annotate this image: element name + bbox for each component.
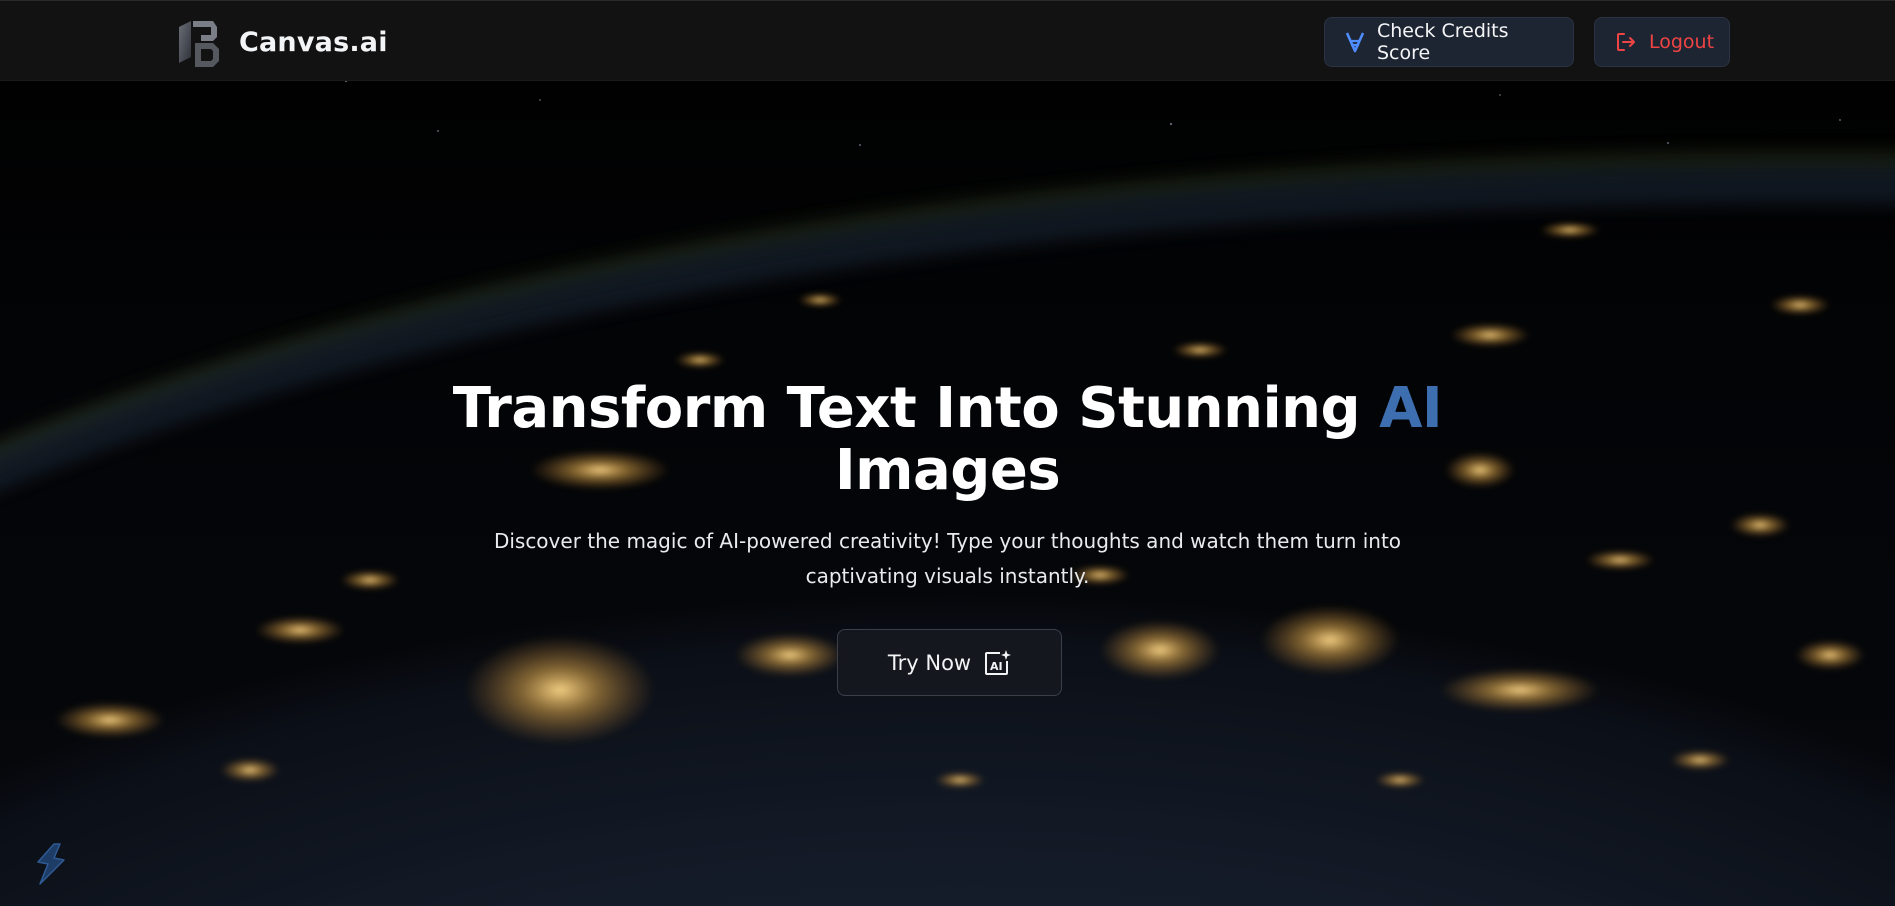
- brand-name: Canvas.ai: [239, 26, 388, 58]
- hero-title-main: Transform Text Into Stunning: [452, 376, 1380, 441]
- top-navbar: Canvas.ai Check Credits Score Logout: [0, 0, 1895, 81]
- check-credits-button[interactable]: Check Credits Score: [1324, 17, 1574, 67]
- logout-label: Logout: [1649, 31, 1715, 53]
- hero-title-accent: AI: [1379, 376, 1443, 441]
- canvas-logo-icon: [179, 21, 219, 67]
- try-now-button[interactable]: Try Now AI: [837, 629, 1062, 696]
- bolt-widget-icon[interactable]: [34, 842, 68, 886]
- logout-icon: [1617, 33, 1635, 51]
- svg-text:AI: AI: [990, 660, 1003, 673]
- hero-title: Transform Text Into Stunning AI Images: [448, 378, 1448, 502]
- hero-title-end: Images: [834, 438, 1061, 503]
- logout-button[interactable]: Logout: [1594, 17, 1730, 67]
- hero-subtitle: Discover the magic of AI-powered creativ…: [493, 529, 1402, 588]
- check-credits-label: Check Credits Score: [1377, 20, 1509, 64]
- brand-link[interactable]: Canvas.ai: [173, 17, 388, 67]
- page: Canvas.ai Check Credits Score Logout Tra…: [0, 0, 1895, 906]
- try-now-label: Try Now: [887, 650, 972, 675]
- v-credits-icon: [1345, 32, 1365, 53]
- ai-sparkle-icon: AI: [985, 649, 1012, 675]
- hero-section: Transform Text Into Stunning AI Images Di…: [0, 378, 1895, 594]
